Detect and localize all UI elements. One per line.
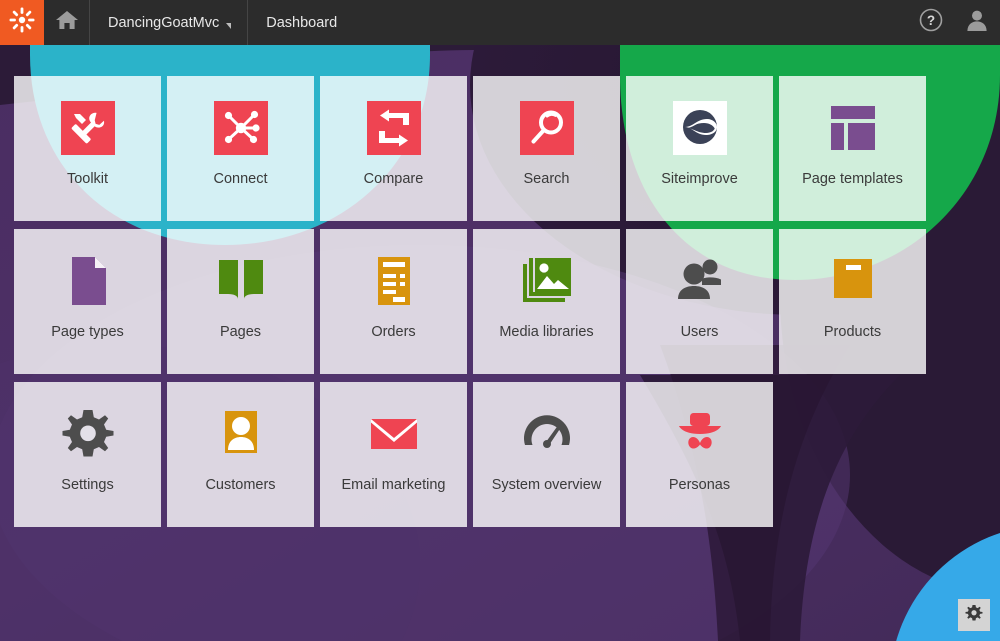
tile-label: Compare bbox=[363, 171, 424, 187]
tile-siteimprove[interactable]: Siteimprove bbox=[626, 76, 773, 221]
search-icon bbox=[519, 100, 575, 156]
settings-gear-icon bbox=[60, 406, 116, 462]
tile-label: Toolkit bbox=[66, 171, 109, 187]
tile-personas[interactable]: Personas bbox=[626, 382, 773, 527]
personas-icon bbox=[672, 406, 728, 462]
dashboard-page: DancingGoatMvc Dashboard ? Toolkit Conne… bbox=[0, 0, 1000, 641]
tile-label: System overview bbox=[491, 477, 602, 493]
dashboard-tile-grid: Toolkit Connect Compare Search Siteimpro… bbox=[0, 45, 1000, 641]
orders-icon bbox=[366, 253, 422, 309]
tile-label: Email marketing bbox=[341, 477, 446, 493]
user-menu-button[interactable] bbox=[954, 0, 1000, 45]
user-avatar-icon bbox=[965, 8, 989, 37]
breadcrumb: Dashboard bbox=[248, 0, 355, 45]
tile-connect[interactable]: Connect bbox=[167, 76, 314, 221]
tile-label: Settings bbox=[61, 477, 114, 493]
top-header-bar: DancingGoatMvc Dashboard ? bbox=[0, 0, 1000, 45]
tile-compare[interactable]: Compare bbox=[320, 76, 467, 221]
tile-search[interactable]: Search bbox=[473, 76, 620, 221]
chevron-down-icon bbox=[226, 22, 232, 29]
tile-email-marketing[interactable]: Email marketing bbox=[320, 382, 467, 527]
page-templates-icon bbox=[825, 100, 881, 156]
tile-page-types[interactable]: Page types bbox=[14, 229, 161, 374]
tile-label: Personas bbox=[668, 477, 731, 493]
tile-label: Siteimprove bbox=[661, 171, 738, 187]
tile-label: Pages bbox=[219, 324, 262, 340]
tile-media-libraries[interactable]: Media libraries bbox=[473, 229, 620, 374]
help-icon: ? bbox=[919, 8, 943, 37]
tile-settings[interactable]: Settings bbox=[14, 382, 161, 527]
tile-customers[interactable]: Customers bbox=[167, 382, 314, 527]
site-selector[interactable]: DancingGoatMvc bbox=[90, 0, 249, 45]
email-marketing-icon bbox=[366, 406, 422, 462]
tile-page-templates[interactable]: Page templates bbox=[779, 76, 926, 221]
tile-toolkit[interactable]: Toolkit bbox=[14, 76, 161, 221]
tile-label: Page templates bbox=[802, 171, 903, 187]
pages-icon bbox=[213, 253, 269, 309]
users-icon bbox=[672, 253, 728, 309]
customers-icon bbox=[213, 406, 269, 462]
svg-text:?: ? bbox=[927, 13, 935, 28]
siteimprove-icon bbox=[672, 100, 728, 156]
gear-icon bbox=[965, 604, 983, 627]
help-button[interactable]: ? bbox=[908, 0, 954, 45]
tile-label: Orders bbox=[371, 324, 416, 340]
tile-label: Customers bbox=[205, 477, 276, 493]
system-overview-icon bbox=[519, 406, 575, 462]
home-button[interactable] bbox=[44, 0, 90, 45]
tile-label: Products bbox=[823, 324, 882, 340]
media-libraries-icon bbox=[519, 253, 575, 309]
tile-orders[interactable]: Orders bbox=[320, 229, 467, 374]
tile-label: Connect bbox=[213, 171, 268, 187]
page-types-icon bbox=[60, 253, 116, 309]
tile-pages[interactable]: Pages bbox=[167, 229, 314, 374]
tile-label: Users bbox=[680, 324, 719, 340]
tile-label: Media libraries bbox=[499, 324, 594, 340]
header-spacer bbox=[355, 0, 908, 45]
site-name-label: DancingGoatMvc bbox=[108, 14, 220, 31]
products-icon bbox=[825, 253, 881, 309]
tile-label: Search bbox=[523, 171, 570, 187]
breadcrumb-label: Dashboard bbox=[266, 14, 338, 31]
tile-system-overview[interactable]: System overview bbox=[473, 382, 620, 527]
tile-label: Page types bbox=[51, 324, 124, 340]
kentico-logo-button[interactable] bbox=[0, 0, 44, 45]
toolkit-icon bbox=[60, 100, 116, 156]
tile-products[interactable]: Products bbox=[779, 229, 926, 374]
dashboard-settings-button[interactable] bbox=[958, 599, 990, 631]
compare-icon bbox=[366, 100, 422, 156]
kentico-logo-icon bbox=[9, 7, 35, 38]
connect-icon bbox=[213, 100, 269, 156]
tile-users[interactable]: Users bbox=[626, 229, 773, 374]
home-icon bbox=[55, 9, 79, 36]
